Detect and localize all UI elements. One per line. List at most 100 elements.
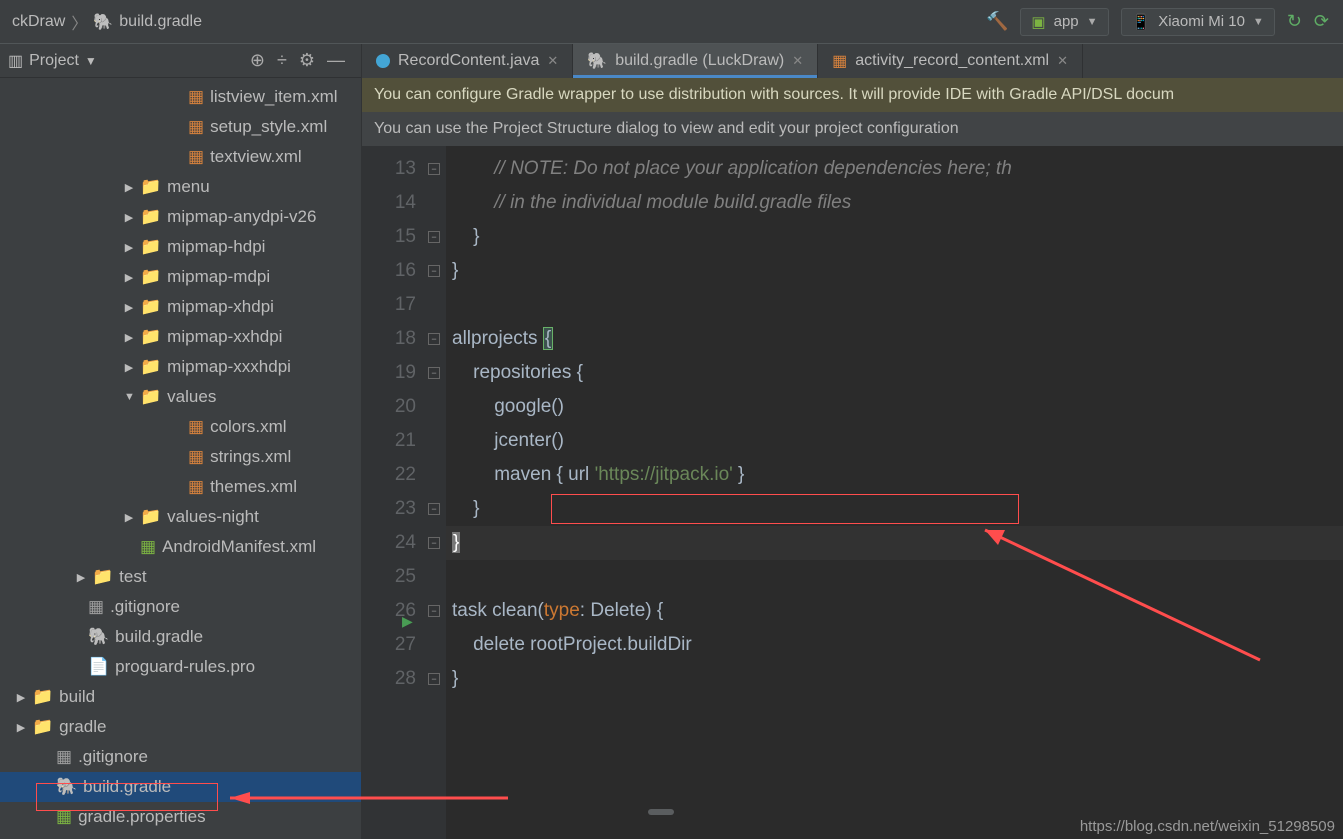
tree-item-mipmap-xxxhdpi[interactable]: ▶📁mipmap-xxxhdpi — [0, 352, 361, 382]
tree-item-values-night[interactable]: ▶ 📁 values-night — [0, 502, 361, 532]
tree-arrow[interactable]: ▶ — [124, 361, 134, 374]
tree-label: mipmap-mdpi — [167, 267, 270, 287]
expand-icon[interactable]: ÷ — [271, 50, 293, 71]
device-combo[interactable]: 📱 Xiaomi Mi 10 ▼ — [1121, 8, 1275, 36]
tab-label: activity_record_content.xml — [855, 52, 1049, 70]
tree-icon: 📁 — [140, 267, 161, 287]
tree-icon: 📄 — [88, 657, 109, 677]
tree-item--gitignore[interactable]: ▦.gitignore — [0, 742, 361, 772]
tree-label: listview_item.xml — [210, 87, 338, 107]
tab-build-gradle-luckdraw-[interactable]: 🐘build.gradle (LuckDraw)✕ — [573, 44, 818, 78]
tree-item-mipmap-xxhdpi[interactable]: ▶📁mipmap-xxhdpi — [0, 322, 361, 352]
run-config-label: app — [1054, 13, 1079, 30]
sync-icon[interactable]: ↻ — [1287, 11, 1302, 32]
sync-alt-icon[interactable]: ⟳ — [1314, 11, 1329, 32]
gradle-wrapper-notification[interactable]: You can configure Gradle wrapper to use … — [362, 78, 1343, 112]
tree-label: values-night — [167, 507, 259, 527]
project-tree[interactable]: ▦listview_item.xml▦setup_style.xml▦textv… — [0, 78, 361, 839]
fold-handle[interactable]: − — [428, 503, 440, 515]
fold-handle[interactable]: − — [428, 333, 440, 345]
breadcrumb-file[interactable]: build.gradle — [119, 13, 202, 31]
top-toolbar: 🔨 ▣ app ▼ 📱 Xiaomi Mi 10 ▼ ↻ ⟳ — [986, 8, 1343, 36]
tree-item-mipmap-anydpi-v26[interactable]: ▶📁mipmap-anydpi-v26 — [0, 202, 361, 232]
tree-icon: ▦ — [188, 117, 204, 137]
tree-item-menu[interactable]: ▶📁menu — [0, 172, 361, 202]
tree-icon: 📁 — [140, 177, 161, 197]
device-label: Xiaomi Mi 10 — [1158, 13, 1245, 30]
tree-item-values[interactable]: ▼📁values — [0, 382, 361, 412]
tree-item-proguard-rules-pro[interactable]: 📄 proguard-rules.pro — [0, 652, 361, 682]
fold-handle[interactable]: − — [428, 537, 440, 549]
fold-handle[interactable]: − — [428, 265, 440, 277]
code-content[interactable]: // NOTE: Do not place your application d… — [446, 146, 1343, 839]
chevron-down-icon: ▼ — [1253, 16, 1264, 28]
tree-label: themes.xml — [210, 477, 297, 497]
tree-arrow[interactable]: ▶ — [16, 691, 26, 704]
tree-label: build.gradle — [83, 777, 171, 797]
tree-item-themes-xml[interactable]: ▦themes.xml — [0, 472, 361, 502]
close-icon[interactable]: ✕ — [792, 53, 803, 69]
gear-icon[interactable]: ⚙ — [293, 50, 321, 71]
tree-item-mipmap-xhdpi[interactable]: ▶📁mipmap-xhdpi — [0, 292, 361, 322]
tree-arrow[interactable]: ▶ — [124, 511, 134, 524]
tree-item-build-gradle[interactable]: 🐘build.gradle — [0, 772, 361, 802]
tree-item-strings-xml[interactable]: ▦strings.xml — [0, 442, 361, 472]
tab-activity-record-content-xml[interactable]: ▦ activity_record_content.xml ✕ — [818, 44, 1083, 78]
breadcrumb-project[interactable]: ckDraw — [12, 13, 65, 31]
xml-icon: ▦ — [832, 51, 847, 71]
tree-label: gradle.properties — [78, 807, 206, 827]
tree-arrow[interactable]: ▶ — [124, 181, 134, 194]
tree-icon: ▦ — [188, 87, 204, 107]
chevron-down-icon: ▼ — [1087, 16, 1098, 28]
tree-icon: ▦ — [140, 537, 156, 557]
tree-arrow[interactable]: ▶ — [124, 211, 134, 224]
tree-label: proguard-rules.pro — [115, 657, 255, 677]
tree-item-textview-xml[interactable]: ▦textview.xml — [0, 142, 361, 172]
tree-item-androidmanifest-xml[interactable]: ▦AndroidManifest.xml — [0, 532, 361, 562]
close-icon[interactable]: ✕ — [547, 53, 558, 69]
tab-recordcontent-java[interactable]: RecordContent.java ✕ — [362, 44, 573, 78]
tree-arrow[interactable]: ▶ — [124, 301, 134, 314]
tree-label: mipmap-anydpi-v26 — [167, 207, 316, 227]
fold-handle[interactable]: − — [428, 163, 440, 175]
tree-item-gradle[interactable]: ▶📁gradle — [0, 712, 361, 742]
tree-item-listview-item-xml[interactable]: ▦ listview_item.xml — [0, 82, 361, 112]
tree-item-colors-xml[interactable]: ▦colors.xml — [0, 412, 361, 442]
tree-label: textview.xml — [210, 147, 302, 167]
breadcrumb[interactable]: ckDraw 〉 🐘 build.gradle — [0, 10, 214, 34]
tree-item-gradle-properties[interactable]: ▦gradle.properties — [0, 802, 361, 832]
editor-tabs: RecordContent.java✕🐘build.gradle (LuckDr… — [362, 44, 1343, 78]
locate-icon[interactable]: ⊕ — [244, 50, 271, 71]
fold-handle[interactable]: − — [428, 231, 440, 243]
tree-item-test[interactable]: ▶📁test — [0, 562, 361, 592]
tree-arrow[interactable]: ▼ — [124, 391, 134, 403]
fold-handle[interactable]: − — [428, 605, 440, 617]
code-editor[interactable]: 13141516171819202122232425262728 −−−−−−−… — [362, 146, 1343, 839]
tree-arrow[interactable]: ▶ — [124, 331, 134, 344]
tree-item-mipmap-hdpi[interactable]: ▶📁mipmap-hdpi — [0, 232, 361, 262]
tree-item--gitignore[interactable]: ▦.gitignore — [0, 592, 361, 622]
fold-handle[interactable]: − — [428, 673, 440, 685]
tree-arrow[interactable]: ▶ — [124, 241, 134, 254]
close-icon[interactable]: ✕ — [1057, 53, 1068, 69]
fold-column[interactable]: − − − − − − − − − — [426, 146, 446, 839]
minimize-icon[interactable]: — — [321, 50, 351, 71]
project-view-combo[interactable]: ▥ Project ▼ — [8, 51, 97, 71]
tree-item-build-gradle[interactable]: 🐘build.gradle — [0, 622, 361, 652]
tree-item-build[interactable]: ▶📁build — [0, 682, 361, 712]
fold-handle[interactable]: − — [428, 367, 440, 379]
tree-item-mipmap-mdpi[interactable]: ▶ 📁 mipmap-mdpi — [0, 262, 361, 292]
tree-icon: 📁 — [140, 507, 161, 527]
tree-label: colors.xml — [210, 417, 287, 437]
tree-label: test — [119, 567, 146, 587]
tab-label: RecordContent.java — [398, 52, 539, 70]
project-structure-notification[interactable]: You can use the Project Structure dialog… — [362, 112, 1343, 146]
tree-arrow[interactable]: ▶ — [124, 271, 134, 284]
tree-arrow[interactable]: ▶ — [76, 571, 86, 584]
editor-horizontal-scrollbar[interactable] — [388, 805, 1343, 819]
tree-item-setup-style-xml[interactable]: ▦ setup_style.xml — [0, 112, 361, 142]
tree-arrow[interactable]: ▶ — [16, 721, 26, 734]
run-config-combo[interactable]: ▣ app ▼ — [1020, 8, 1108, 36]
build-icon[interactable]: 🔨 — [986, 11, 1008, 32]
tree-label: setup_style.xml — [210, 117, 327, 137]
